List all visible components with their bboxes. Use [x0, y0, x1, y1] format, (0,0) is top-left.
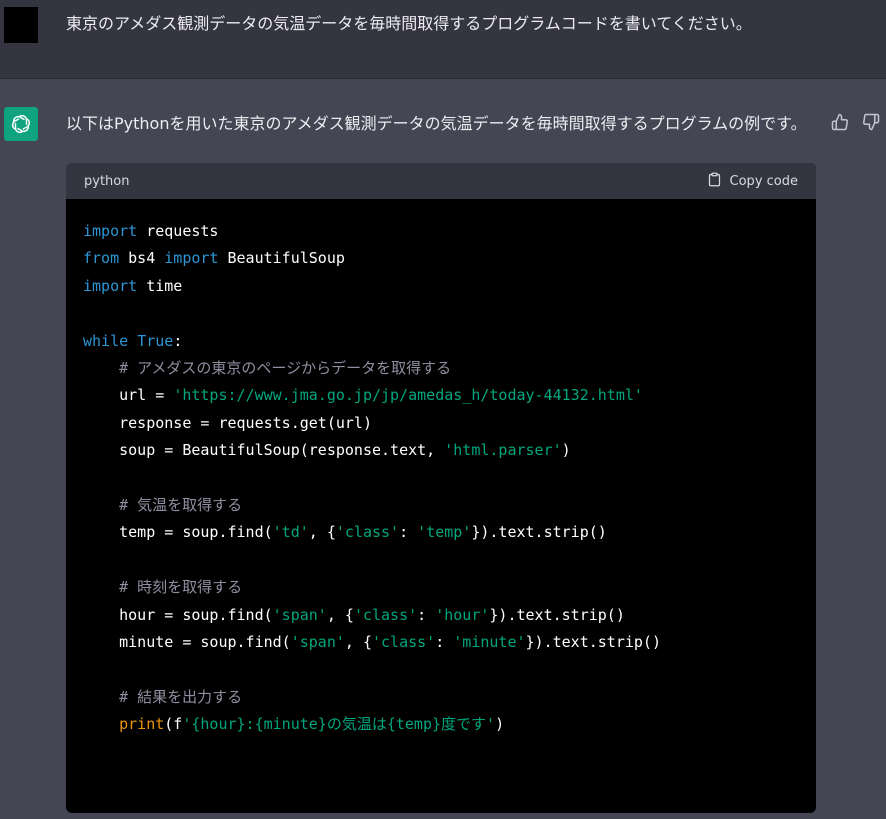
code-line: temp = soup.find('td', {'class': 'temp'}… [83, 523, 607, 541]
code-token: bs4 [119, 249, 165, 268]
code-token: BeautifulSoup [218, 249, 345, 268]
user-message-text: 東京のアメダス観測データの気温データを毎時間取得するプログラムコードを書いてくだ… [66, 14, 752, 33]
code-line: import requests [83, 222, 218, 240]
code-line: soup = BeautifulSoup(response.text, 'htm… [83, 441, 571, 459]
code-token: # 結果を出力する [119, 687, 243, 706]
code-token: , { [308, 523, 336, 542]
code-line: # 時刻を取得する [83, 578, 242, 596]
user-avatar [4, 7, 38, 43]
code-token: minute = soup.find( [83, 633, 291, 652]
code-token: }).text.strip() [525, 633, 661, 652]
code-token: 'https://www.jma.go.jp/jp/amedas_h/today… [173, 386, 643, 405]
code-line: minute = soup.find('span', {'class': 'mi… [83, 633, 661, 651]
code-token: # アメダスの東京のページからデータを取得する [119, 359, 452, 378]
code-token: from [83, 249, 120, 268]
code-token: temp = soup.find( [83, 523, 273, 542]
code-token: : [435, 633, 454, 652]
code-token: 'hour' [435, 605, 490, 624]
thumbs-up-icon[interactable] [829, 111, 851, 133]
code-token: : [399, 523, 418, 542]
code-token: }).text.strip() [471, 523, 607, 542]
code-block: python Copy code import requests from bs… [66, 163, 816, 813]
code-token: , { [326, 605, 354, 624]
thumbs-down-icon[interactable] [860, 111, 882, 133]
code-token: 'class' [372, 633, 436, 652]
code-token: import [83, 222, 138, 240]
code-token: 'class' [335, 523, 400, 542]
openai-logo-icon [4, 107, 38, 141]
code-line: print(f'{hour}:{minute}の気温は{temp}度です') [83, 715, 504, 733]
code-token: while [83, 331, 129, 350]
assistant-message-row: 以下はPythonを用いた東京のアメダス観測データの気温データを毎時間取得するプ… [0, 79, 886, 819]
code-line: # 気温を取得する [83, 496, 242, 514]
code-line: from bs4 import BeautifulSoup [83, 249, 345, 267]
code-line: while True: [83, 332, 182, 350]
code-token: soup = BeautifulSoup(response.text, [83, 441, 445, 460]
code-token: print [119, 715, 165, 734]
code-token: : [173, 331, 183, 350]
code-line: import time [83, 277, 182, 295]
code-token: time [137, 276, 183, 295]
user-message-row: 東京のアメダス観測データの気温データを毎時間取得するプログラムコードを書いてくだ… [0, 0, 886, 79]
code-line: # 結果を出力する [83, 688, 242, 706]
code-token: import [83, 276, 138, 295]
code-token: , { [344, 633, 372, 652]
code-token: ) [561, 441, 571, 460]
clipboard-icon [707, 171, 722, 192]
code-line: response = requests.get(url) [83, 414, 372, 432]
code-token: url = [83, 386, 174, 405]
copy-code-label: Copy code [729, 173, 798, 189]
code-token: 'html.parser' [444, 441, 562, 460]
code-line: url = 'https://www.jma.go.jp/jp/amedas_h… [83, 386, 643, 404]
code-token: hour = soup.find( [83, 605, 273, 624]
code-token: }).text.strip() [489, 605, 625, 624]
code-language-label: python [84, 173, 130, 189]
code-token: response = requests.get(url) [83, 413, 372, 432]
code-block-header: python Copy code [66, 163, 816, 199]
code-token: requests [137, 222, 219, 240]
code-token: 'temp' [417, 523, 472, 542]
code-token: '{hour}:{minute}の気温は{temp}度です' [182, 715, 496, 734]
code-token: (f [164, 715, 183, 734]
code-token: # 気温を取得する [119, 496, 243, 515]
assistant-intro-text: 以下はPythonを用いた東京のアメダス観測データの気温データを毎時間取得するプ… [66, 114, 807, 133]
code-token: 'td' [272, 523, 309, 542]
code-token: True [137, 331, 174, 350]
code-token: 'span' [290, 633, 345, 652]
code-token: ) [495, 715, 505, 734]
code-token: : [417, 605, 436, 624]
code-line: hour = soup.find('span', {'class': 'hour… [83, 606, 625, 624]
copy-code-button[interactable]: Copy code [707, 171, 798, 192]
code-token: import [164, 249, 219, 268]
code-token: 'span' [272, 605, 327, 624]
code-token: 'minute' [453, 633, 526, 652]
code-line: # アメダスの東京のページからデータを取得する [83, 359, 451, 377]
code-token: 'class' [353, 605, 418, 624]
code-token: # 時刻を取得する [119, 578, 243, 597]
code-content: import requests from bs4 import Beautifu… [66, 199, 816, 739]
